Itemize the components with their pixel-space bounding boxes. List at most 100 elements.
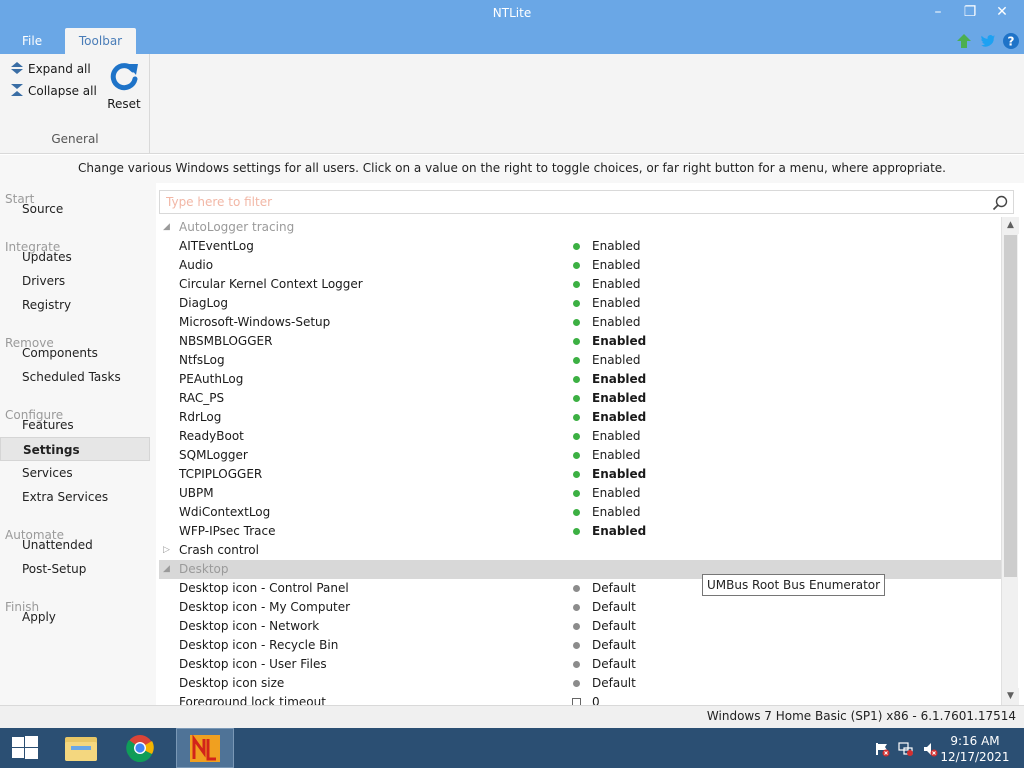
setting-value[interactable]: Enabled: [592, 427, 641, 446]
reset-button[interactable]: Reset: [104, 60, 144, 111]
sidebar-item-extra-services[interactable]: Extra Services: [0, 485, 150, 509]
default-status-icon: [573, 680, 580, 687]
scroll-up-icon[interactable]: ▲: [1002, 217, 1019, 234]
setting-value[interactable]: Enabled: [592, 237, 641, 256]
setting-name: Circular Kernel Context Logger: [179, 277, 363, 291]
setting-row[interactable]: UBPM Enabled: [159, 484, 1001, 503]
search-icon[interactable]: [991, 194, 1009, 212]
setting-row[interactable]: WFP-IPsec Trace Enabled: [159, 522, 1001, 541]
setting-row[interactable]: Desktop icon - Recycle Bin Default: [159, 636, 1001, 655]
setting-value[interactable]: Enabled: [592, 332, 646, 351]
setting-row[interactable]: DiagLog Enabled: [159, 294, 1001, 313]
setting-name: Desktop icon - User Files: [179, 657, 327, 671]
collapse-arrow-icon[interactable]: ◢: [163, 560, 170, 579]
taskbar: 9:16 AM 12/17/2021: [0, 728, 1024, 768]
action-center-icon[interactable]: [874, 741, 890, 757]
restore-button[interactable]: ❐: [956, 2, 984, 24]
setting-row[interactable]: Microsoft-Windows-Setup Enabled: [159, 313, 1001, 332]
sidebar-item-unattended[interactable]: Unattended: [0, 533, 150, 557]
setting-row[interactable]: SQMLogger Enabled: [159, 446, 1001, 465]
setting-value[interactable]: Enabled: [592, 446, 641, 465]
taskbar-ntlite[interactable]: [176, 728, 234, 768]
start-button[interactable]: [0, 728, 58, 768]
help-icon[interactable]: ?: [1002, 32, 1020, 50]
sidebar-item-features[interactable]: Features: [0, 413, 150, 437]
setting-row[interactable]: PEAuthLog Enabled: [159, 370, 1001, 389]
setting-row[interactable]: RdrLog Enabled: [159, 408, 1001, 427]
sidebar-item-services[interactable]: Services: [0, 461, 150, 485]
volume-muted-icon[interactable]: [922, 741, 938, 757]
scroll-thumb[interactable]: [1004, 235, 1017, 577]
setting-row[interactable]: Audio Enabled: [159, 256, 1001, 275]
setting-row[interactable]: NtfsLog Enabled: [159, 351, 1001, 370]
setting-value[interactable]: 0: [592, 693, 600, 705]
taskbar-file-explorer[interactable]: [52, 728, 110, 768]
setting-value[interactable]: Default: [592, 636, 636, 655]
setting-value[interactable]: Enabled: [592, 484, 641, 503]
taskbar-chrome[interactable]: [111, 728, 169, 768]
setting-row[interactable]: Circular Kernel Context Logger Enabled: [159, 275, 1001, 294]
network-icon[interactable]: [898, 741, 914, 757]
sidebar-item-post-setup[interactable]: Post-Setup: [0, 557, 150, 581]
setting-value[interactable]: Default: [592, 617, 636, 636]
taskbar-clock[interactable]: 9:16 AM 12/17/2021: [940, 733, 1010, 765]
sidebar-item-drivers[interactable]: Drivers: [0, 269, 150, 293]
setting-value[interactable]: Enabled: [592, 256, 641, 275]
expand-all-icon: [11, 62, 23, 74]
setting-value[interactable]: Enabled: [592, 389, 646, 408]
vertical-scrollbar[interactable]: ▲ ▼: [1001, 217, 1019, 705]
sidebar-item-source[interactable]: Source: [0, 197, 150, 221]
setting-name: Desktop icon - Recycle Bin: [179, 638, 339, 652]
setting-value[interactable]: Enabled: [592, 370, 646, 389]
setting-value[interactable]: Default: [592, 674, 636, 693]
setting-row[interactable]: Desktop icon - My Computer Default: [159, 598, 1001, 617]
close-button[interactable]: ✕: [988, 2, 1016, 24]
search-input[interactable]: [166, 194, 976, 210]
setting-value[interactable]: Enabled: [592, 294, 641, 313]
enabled-status-icon: [573, 338, 580, 345]
default-status-icon: [573, 661, 580, 668]
sidebar-item-updates[interactable]: Updates: [0, 245, 150, 269]
setting-row[interactable]: ReadyBoot Enabled: [159, 427, 1001, 446]
setting-value[interactable]: Default: [592, 579, 636, 598]
sidebar-item-registry[interactable]: Registry: [0, 293, 150, 317]
setting-row[interactable]: Desktop icon - User Files Default: [159, 655, 1001, 674]
setting-value[interactable]: Enabled: [592, 275, 641, 294]
sidebar-item-apply[interactable]: Apply: [0, 605, 150, 629]
expand-arrow-icon[interactable]: ▷: [163, 541, 170, 560]
setting-value[interactable]: Default: [592, 655, 636, 674]
setting-value[interactable]: Enabled: [592, 408, 646, 427]
setting-row[interactable]: AITEventLog Enabled: [159, 237, 1001, 256]
setting-value[interactable]: Enabled: [592, 522, 646, 541]
tree-group-autologger-tracing[interactable]: ◢ AutoLogger tracing: [159, 218, 1001, 237]
scroll-down-icon[interactable]: ▼: [1002, 688, 1019, 705]
setting-row[interactable]: Desktop icon - Network Default: [159, 617, 1001, 636]
minimize-button[interactable]: –: [924, 2, 952, 24]
collapse-arrow-icon[interactable]: ◢: [163, 218, 170, 237]
upgrade-arrow-icon[interactable]: [955, 32, 973, 50]
menu-file[interactable]: File: [8, 28, 56, 54]
setting-row[interactable]: RAC_PS Enabled: [159, 389, 1001, 408]
tab-toolbar[interactable]: Toolbar: [65, 28, 136, 54]
tree-group-label: Desktop: [179, 562, 229, 576]
setting-value[interactable]: Enabled: [592, 503, 641, 522]
sidebar-item-settings[interactable]: Settings: [0, 437, 150, 461]
setting-value[interactable]: Default: [592, 598, 636, 617]
setting-value[interactable]: Enabled: [592, 465, 646, 484]
sidebar-item-components[interactable]: Components: [0, 341, 150, 365]
setting-row[interactable]: TCPIPLOGGER Enabled: [159, 465, 1001, 484]
setting-row[interactable]: Foreground lock timeout 0: [159, 693, 1001, 705]
collapse-all-button[interactable]: Collapse all: [10, 82, 97, 100]
collapse-all-icon: [11, 84, 23, 96]
setting-name: Desktop icon - Network: [179, 619, 320, 633]
setting-value[interactable]: Enabled: [592, 313, 641, 332]
setting-row[interactable]: WdiContextLog Enabled: [159, 503, 1001, 522]
setting-row[interactable]: NBSMBLOGGER Enabled: [159, 332, 1001, 351]
twitter-icon[interactable]: [979, 32, 997, 50]
sidebar-item-scheduled-tasks[interactable]: Scheduled Tasks: [0, 365, 150, 389]
setting-row[interactable]: Desktop icon size Default: [159, 674, 1001, 693]
default-status-icon: [573, 604, 580, 611]
expand-all-button[interactable]: Expand all: [10, 60, 91, 78]
setting-value[interactable]: Enabled: [592, 351, 641, 370]
tree-group-crash-control[interactable]: ▷ Crash control: [159, 541, 1001, 560]
